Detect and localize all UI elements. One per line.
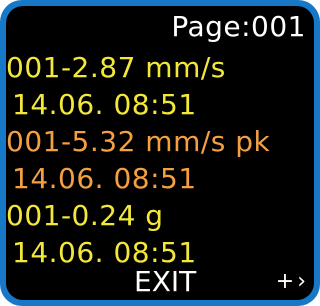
display-screen: Page:001 001-2.87 mm/s 14.06. 08:51 001-… bbox=[6, 6, 314, 300]
record-1-value: 001-2.87 mm/s bbox=[6, 51, 226, 84]
page-title: Page:001 bbox=[171, 10, 306, 43]
record-2-value: 001-5.32 mm/s pk bbox=[6, 125, 271, 158]
next-page-button[interactable]: + › bbox=[276, 267, 306, 297]
plus-icon: + bbox=[275, 269, 295, 294]
record-2-timestamp: 14.06. 08:51 bbox=[12, 162, 197, 195]
record-3-value: 001-0.24 g bbox=[6, 199, 164, 232]
device-frame: Page:001 001-2.87 mm/s 14.06. 08:51 001-… bbox=[0, 0, 320, 306]
chevron-right-icon: › bbox=[297, 269, 306, 294]
record-1-timestamp: 14.06. 08:51 bbox=[12, 88, 197, 121]
exit-button[interactable]: EXIT bbox=[134, 265, 196, 299]
